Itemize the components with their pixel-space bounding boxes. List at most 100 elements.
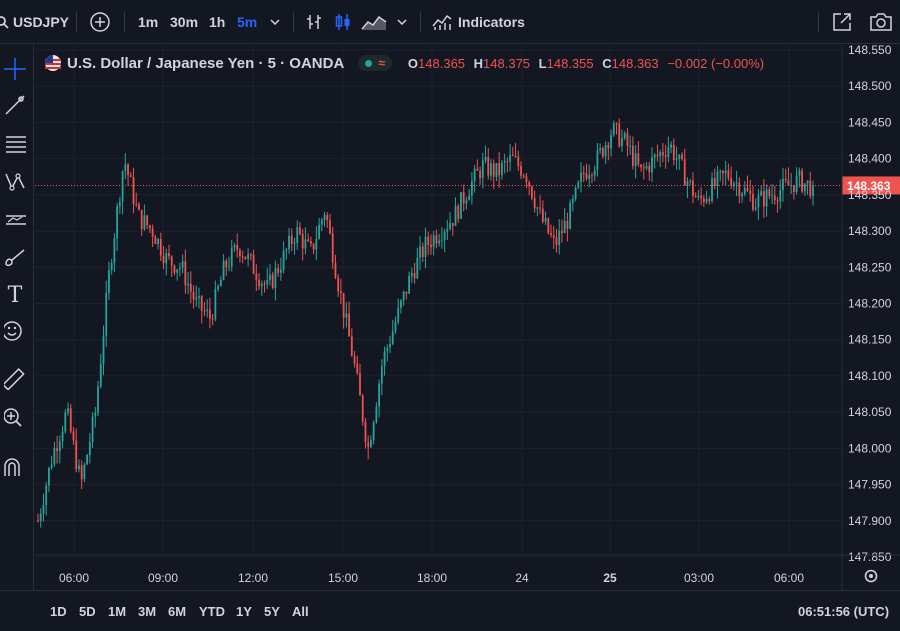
chart-pane[interactable]: 148.363 148.550 148.500 148.450 148.400 148.… [35,43,900,590]
axis-settings-icon[interactable] [869,574,873,578]
range-6m-button[interactable]: 6M [168,591,186,631]
time-tick-label: 03:00 [684,571,714,585]
high-label: H [473,55,484,71]
candle-body [173,265,176,273]
candle-body [334,262,337,278]
price-tick-label: 147.850 [848,550,892,564]
candle-body [135,204,138,206]
range-1y-button[interactable]: 1Y [236,591,252,631]
brush-tool-button[interactable] [0,244,30,270]
us-flag-icon [45,55,61,71]
candle-body [460,192,462,219]
candle-body [165,253,168,264]
toolbar-divider [420,12,421,32]
candle-body [110,263,113,271]
market-status-badge[interactable]: ≈ [358,55,392,71]
pattern-tool-button[interactable] [0,168,30,194]
chart-type-dropdown-button[interactable] [397,0,407,44]
candle-body [424,236,427,257]
compare-symbol-button[interactable] [89,0,111,44]
candle-body [711,178,713,202]
candle-body [408,275,411,294]
candle-body [449,223,451,230]
price-tick-label: 148.500 [848,79,892,93]
candle-body [651,157,653,173]
candle-body [176,269,179,273]
fib-tool-button[interactable] [0,130,30,156]
price-tick-label: 148.100 [848,369,892,383]
measure-tool-button[interactable] [0,366,30,392]
indicators-button[interactable]: Indicators [432,0,525,44]
zoom-tool-button[interactable] [0,405,30,431]
candle-body [776,200,779,202]
bar-style-button[interactable] [305,0,323,44]
candle-body [413,273,416,279]
range-3m-button[interactable]: 3M [138,591,156,631]
candle-body [536,207,539,209]
price-tick-label: 147.900 [848,514,892,528]
candle-body [86,455,89,465]
candle-body [113,238,116,264]
magnet-tool-button[interactable] [0,454,30,480]
toolbar-divider [293,12,294,32]
candle-body [727,170,730,178]
candle-body [146,215,149,226]
candle-body [293,242,296,244]
candles-style-button[interactable] [334,0,352,44]
candle-body [580,172,582,182]
interval-dropdown-button[interactable] [270,0,280,44]
candle-body [367,442,370,448]
candle-body [121,171,124,202]
candle-body [288,235,290,250]
interval-1m-button[interactable]: 1m [138,0,158,44]
candle-body [249,254,252,256]
snapshot-button[interactable] [869,0,893,44]
range-all-button[interactable]: All [292,591,309,631]
text-tool-button[interactable]: T [0,282,30,308]
trend-line-tool-button[interactable] [0,92,30,118]
interval-5m-button[interactable]: 5m [237,0,257,44]
area-style-button[interactable] [361,0,387,44]
range-5d-button[interactable]: 5D [79,591,96,631]
candle-body [443,231,446,240]
candle-body [143,215,146,229]
candle-body [678,154,681,160]
pattern-icon [5,173,25,191]
fullscreen-button[interactable] [832,0,852,44]
crosshair-tool-button[interactable] [0,56,30,82]
candle-body [42,505,45,514]
candle-body [159,238,162,256]
candle-body [331,233,334,263]
interval-30m-button[interactable]: 30m [170,0,198,44]
candle-body [498,162,501,176]
candle-body [462,192,465,204]
candle-body [203,310,206,312]
brush-icon [5,249,25,267]
forecast-tool-button[interactable] [0,206,30,232]
range-5y-button[interactable]: 5Y [264,591,280,631]
price-chart[interactable]: 148.363 148.550 148.500 148.450 148.400 148.… [35,43,900,590]
low-label: L [538,55,547,71]
range-1m-button[interactable]: 1M [108,591,126,631]
icons-tool-button[interactable] [0,318,30,344]
candle-body [233,245,236,248]
candle-body [569,202,572,229]
candle-body [743,187,746,194]
candle-body [340,291,342,293]
range-ytd-button[interactable]: YTD [199,591,225,631]
range-1d-button[interactable]: 1D [50,591,67,631]
candle-body [222,260,225,280]
low-value: 148.355 [546,55,594,71]
candle-body [621,137,623,147]
symbol-search-button[interactable]: USDJPY [0,0,69,44]
candle-body [370,440,372,448]
symbol-title[interactable]: U.S. Dollar / Japanese Yen · 5 · OANDA [67,55,344,72]
candle-body [151,228,154,237]
interval-1h-button[interactable]: 1h [209,0,225,44]
candle-body [700,196,703,199]
clock-timezone[interactable]: 06:51:56 (UTC) [798,591,889,631]
candle-body [140,209,143,229]
candle-body [637,153,640,165]
candle-body [53,448,56,465]
candle-body [318,224,320,239]
